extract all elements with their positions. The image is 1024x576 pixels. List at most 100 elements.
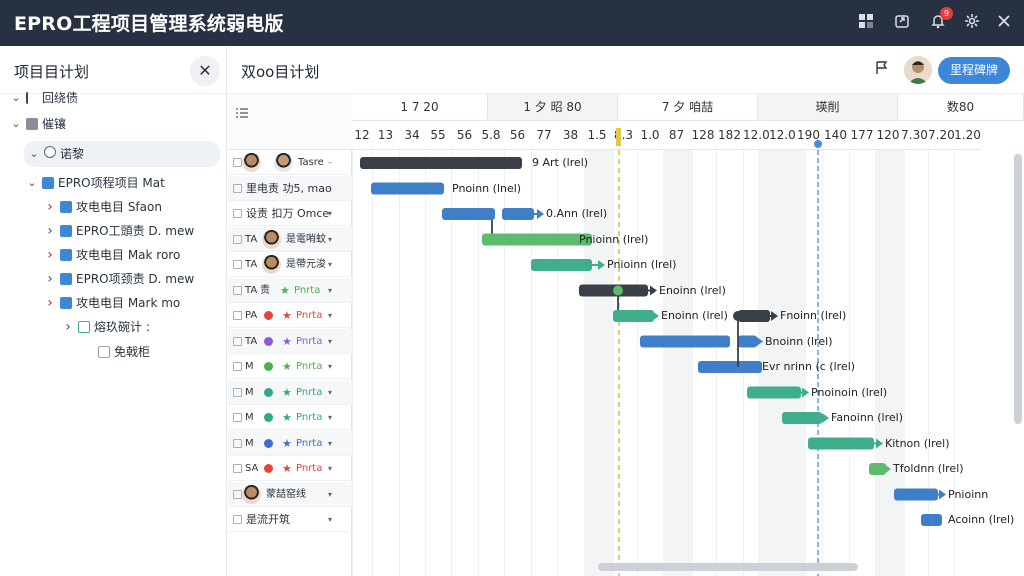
row-menu-chevron-icon[interactable]: ▾ xyxy=(328,329,332,353)
row-checkbox[interactable] xyxy=(233,183,242,193)
gantt-bar[interactable] xyxy=(869,463,886,475)
vertical-scrollbar[interactable] xyxy=(1014,154,1022,424)
row-checkbox[interactable] xyxy=(233,209,242,218)
table-row[interactable]: SA ★ Pnrta ▾ xyxy=(228,456,352,481)
row-checkbox[interactable] xyxy=(233,438,242,448)
gantt-bar[interactable] xyxy=(371,182,444,195)
table-row[interactable]: 蒙喆窑线 ▾ xyxy=(228,481,352,507)
tree-item[interactable]: › 攻电电目 Sfaon xyxy=(0,196,227,218)
chevron-icon[interactable]: › xyxy=(44,244,56,266)
gantt-bar[interactable] xyxy=(782,412,822,424)
row-checkbox[interactable] xyxy=(233,515,242,524)
row-checkbox[interactable] xyxy=(233,285,242,295)
gantt-bar[interactable] xyxy=(747,386,801,399)
gantt-bar[interactable] xyxy=(442,208,495,220)
row-menu-chevron-icon[interactable]: – xyxy=(328,176,332,200)
status-dot xyxy=(264,387,273,397)
row-checkbox[interactable] xyxy=(233,234,242,244)
settings-icon[interactable] xyxy=(962,13,982,33)
row-checkbox[interactable] xyxy=(233,464,242,473)
gantt-bar[interactable] xyxy=(640,335,730,348)
row-code: M xyxy=(245,437,254,449)
user-avatar[interactable] xyxy=(904,56,932,84)
table-row[interactable]: Tasre – xyxy=(228,150,352,175)
row-checkbox[interactable] xyxy=(233,362,242,371)
table-row[interactable]: TA 是電哨蚊 ▾ xyxy=(228,226,352,252)
tree-item[interactable]: ⌄ 回绕债 xyxy=(0,87,227,109)
task-grid-header xyxy=(228,94,352,150)
chevron-icon[interactable]: ⌄ xyxy=(28,141,40,167)
row-menu-chevron-icon[interactable]: ▾ xyxy=(328,380,332,404)
chevron-icon[interactable]: › xyxy=(62,316,74,338)
chevron-icon[interactable]: › xyxy=(44,268,56,290)
table-row[interactable]: TA ★ Pnrta ▾ xyxy=(228,328,352,354)
panel-close-button[interactable]: ✕ xyxy=(190,56,220,86)
tree-item[interactable]: › EPRO工頭责 D. mew xyxy=(0,220,227,242)
list-icon[interactable] xyxy=(236,103,248,122)
table-row[interactable]: M ★ Pnrta ▾ xyxy=(228,354,352,379)
row-menu-chevron-icon[interactable]: ▾ xyxy=(328,431,332,455)
row-menu-chevron-icon[interactable]: ▾ xyxy=(328,456,332,480)
chevron-icon[interactable]: ⌄ xyxy=(10,87,22,109)
milestone-dot[interactable] xyxy=(733,311,743,321)
row-checkbox[interactable] xyxy=(233,336,242,346)
close-icon[interactable] xyxy=(994,13,1014,33)
gantt-bar[interactable] xyxy=(808,437,874,450)
row-menu-chevron-icon[interactable]: ▾ xyxy=(328,227,332,251)
row-checkbox[interactable] xyxy=(233,387,242,397)
row-menu-chevron-icon[interactable]: ▾ xyxy=(328,405,332,429)
gantt-bar[interactable] xyxy=(738,335,757,348)
chevron-icon[interactable]: ⌄ xyxy=(10,113,22,135)
table-row[interactable]: M ★ Pnrta ▾ xyxy=(228,405,352,430)
row-checkbox[interactable] xyxy=(233,158,242,167)
chevron-icon[interactable]: ⌄ xyxy=(26,172,38,194)
tree-item[interactable]: › 熔玖碗计 : xyxy=(0,316,227,338)
row-menu-chevron-icon[interactable]: ▾ xyxy=(328,201,332,225)
tree-item[interactable]: › 攻电电目 Mark mo xyxy=(0,292,227,314)
gantt-bar[interactable] xyxy=(698,361,762,373)
table-row[interactable]: M ★ Pnrta ▾ xyxy=(228,379,352,405)
table-row[interactable]: 里电责 功5, mao – xyxy=(228,175,352,201)
gantt-bar[interactable] xyxy=(921,514,942,526)
avatar xyxy=(262,229,281,249)
gantt-bar[interactable] xyxy=(613,310,654,322)
row-checkbox[interactable] xyxy=(233,260,242,269)
row-checkbox[interactable] xyxy=(233,489,242,499)
row-menu-chevron-icon[interactable]: ▾ xyxy=(328,278,332,302)
flag-icon[interactable] xyxy=(872,60,892,80)
chevron-icon[interactable]: › xyxy=(44,196,56,218)
row-menu-chevron-icon[interactable]: ▾ xyxy=(328,252,332,276)
tree-item[interactable]: › EPRO项颈责 D. mew xyxy=(0,268,227,290)
tree-item[interactable]: 免戟柜 xyxy=(0,341,227,363)
gantt-bar[interactable] xyxy=(360,157,522,169)
row-menu-chevron-icon[interactable]: ▾ xyxy=(328,507,332,531)
row-checkbox[interactable] xyxy=(233,413,242,422)
gantt-bar[interactable] xyxy=(502,208,534,220)
tree-item[interactable]: ⌄ EPRO项程项目 Mat xyxy=(0,172,227,194)
chevron-icon[interactable]: › xyxy=(44,220,56,242)
grid-icon[interactable] xyxy=(856,13,876,33)
priority-star-icon: ★ xyxy=(282,411,292,424)
gantt-bar[interactable] xyxy=(531,259,592,271)
share-icon[interactable] xyxy=(892,13,912,33)
table-row[interactable]: TA 是帶元浚 ▾ xyxy=(228,252,352,277)
milestone-dot[interactable] xyxy=(613,285,623,296)
milestone-button[interactable]: 里程碑牌 xyxy=(938,57,1010,84)
table-row[interactable]: PA ★ Pnrta ▾ xyxy=(228,303,352,328)
row-menu-chevron-icon[interactable]: ▾ xyxy=(328,354,332,378)
row-menu-chevron-icon[interactable]: ▾ xyxy=(328,482,332,506)
tree-item[interactable]: ⌄ 诺黎 xyxy=(24,141,220,167)
table-row[interactable]: TA 责 ★ Pnrta ▾ xyxy=(228,277,352,303)
row-checkbox[interactable] xyxy=(233,311,242,320)
table-row[interactable]: 是流开筑 ▾ xyxy=(228,507,352,532)
gantt-bar[interactable] xyxy=(894,488,938,501)
horizontal-scrollbar[interactable] xyxy=(598,563,858,571)
row-menu-chevron-icon[interactable]: – xyxy=(328,150,332,174)
table-row[interactable]: M ★ Pnrta ▾ xyxy=(228,430,352,456)
tree-item[interactable]: › 攻电电目 Mak roro xyxy=(0,244,227,266)
table-row[interactable]: 设责 扣万 Omce ▾ xyxy=(228,201,352,226)
row-menu-chevron-icon[interactable]: ▾ xyxy=(328,303,332,327)
chevron-icon[interactable]: › xyxy=(44,292,56,314)
priority-star-icon: ★ xyxy=(282,309,292,322)
tree-item[interactable]: ⌄ 催镶 xyxy=(0,113,227,135)
